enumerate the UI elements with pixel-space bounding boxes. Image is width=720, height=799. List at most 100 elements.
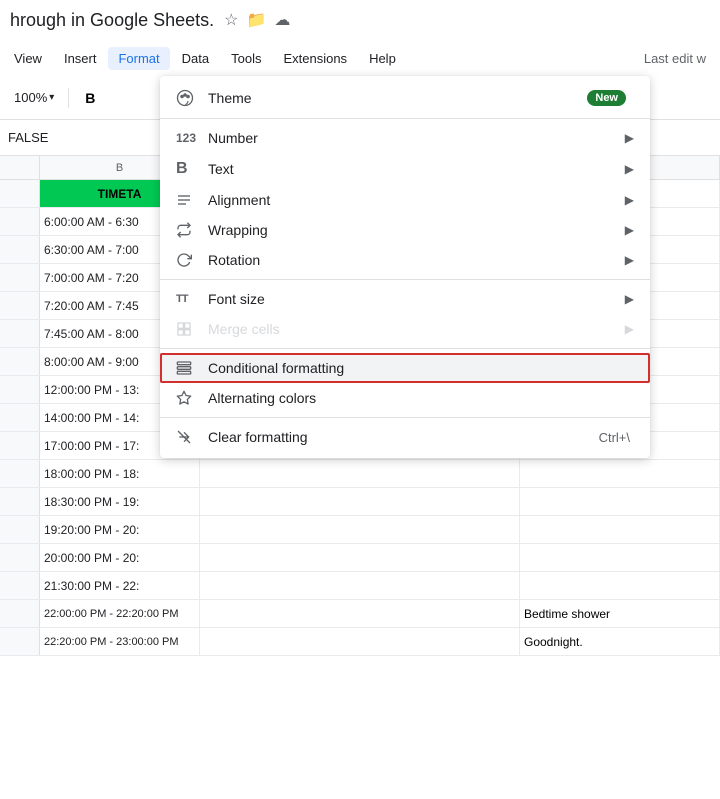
cell-d <box>520 544 720 571</box>
row-number <box>0 376 40 403</box>
menu-data[interactable]: Data <box>172 47 219 70</box>
cell-c <box>200 544 520 571</box>
menu-item-conditional-formatting[interactable]: Conditional formatting <box>160 353 650 383</box>
row-number <box>0 180 40 207</box>
cell-c <box>200 572 520 599</box>
table-row: 22:00:00 PM - 22:20:00 PM Bedtime shower <box>0 600 720 628</box>
cell-b: 22:20:00 PM - 23:00:00 PM <box>40 628 200 655</box>
conditional-formatting-icon <box>176 360 204 376</box>
menu-item-rotation[interactable]: Rotation ▶ <box>160 245 650 275</box>
cell-reference: FALSE <box>8 130 68 145</box>
merge-cells-icon <box>176 321 204 337</box>
text-bold-icon: B <box>176 160 204 178</box>
number-icon: 123 <box>176 131 204 145</box>
cell-c <box>200 600 520 627</box>
menu-last-edit: Last edit w <box>634 47 716 70</box>
spreadsheet-background: hrough in Google Sheets. ☆ 📁 ☁ View Inse… <box>0 0 720 799</box>
cloud-icon[interactable]: ☁ <box>274 10 290 30</box>
row-number <box>0 348 40 375</box>
cell-d <box>520 488 720 515</box>
toolbar-separator <box>68 88 69 108</box>
cell-b: 18:00:00 PM - 18: <box>40 460 200 487</box>
theme-icon <box>176 89 204 107</box>
table-row: 19:20:00 PM - 20: <box>0 516 720 544</box>
menu-bar: View Insert Format Data Tools Extensions… <box>0 40 720 76</box>
table-row: 20:00:00 PM - 20: <box>0 544 720 572</box>
rotation-label: Rotation <box>208 252 625 268</box>
cell-c <box>200 488 520 515</box>
merge-cells-label: Merge cells <box>208 321 625 337</box>
menu-item-text[interactable]: B Text ▶ <box>160 153 650 185</box>
cell-d: Bedtime shower <box>520 600 720 627</box>
cell-b: 18:30:00 PM - 19: <box>40 488 200 515</box>
cell-d: Goodnight. <box>520 628 720 655</box>
rotation-arrow-icon: ▶ <box>625 253 634 267</box>
conditional-formatting-label: Conditional formatting <box>208 360 634 376</box>
menu-item-theme[interactable]: Theme New <box>160 82 650 114</box>
star-icon[interactable]: ☆ <box>224 10 238 30</box>
row-number <box>0 516 40 543</box>
title-text: hrough in Google Sheets. <box>10 10 214 31</box>
separator-1 <box>160 118 650 119</box>
menu-item-merge-cells: Merge cells ▶ <box>160 314 650 344</box>
clear-formatting-shortcut: Ctrl+\ <box>599 430 630 445</box>
alternating-colors-label: Alternating colors <box>208 390 634 406</box>
cell-c <box>200 628 520 655</box>
separator-2 <box>160 279 650 280</box>
zoom-value: 100% <box>14 90 47 105</box>
text-label: Text <box>208 161 625 177</box>
title-bar: hrough in Google Sheets. ☆ 📁 ☁ <box>0 0 720 40</box>
menu-insert[interactable]: Insert <box>54 47 107 70</box>
menu-item-alignment[interactable]: Alignment ▶ <box>160 185 650 215</box>
font-size-icon: TT <box>176 293 204 305</box>
alignment-arrow-icon: ▶ <box>625 193 634 207</box>
row-number <box>0 600 40 627</box>
zoom-control[interactable]: 100% ▾ <box>8 86 60 109</box>
row-number <box>0 460 40 487</box>
number-label: Number <box>208 130 625 146</box>
wrapping-icon <box>176 222 204 238</box>
cell-b: 20:00:00 PM - 20: <box>40 544 200 571</box>
menu-view[interactable]: View <box>4 47 52 70</box>
menu-format[interactable]: Format <box>108 47 169 70</box>
row-number <box>0 628 40 655</box>
cell-d <box>520 516 720 543</box>
menu-help[interactable]: Help <box>359 47 406 70</box>
font-size-arrow-icon: ▶ <box>625 292 634 306</box>
merge-cells-arrow-icon: ▶ <box>625 322 634 336</box>
row-number <box>0 488 40 515</box>
wrapping-label: Wrapping <box>208 222 625 238</box>
table-row: 21:30:00 PM - 22: <box>0 572 720 600</box>
wrapping-arrow-icon: ▶ <box>625 223 634 237</box>
menu-item-wrapping[interactable]: Wrapping ▶ <box>160 215 650 245</box>
row-number <box>0 236 40 263</box>
row-number <box>0 264 40 291</box>
rotation-icon <box>176 252 204 268</box>
menu-item-font-size[interactable]: TT Font size ▶ <box>160 284 650 314</box>
row-number <box>0 208 40 235</box>
bold-button: B <box>77 86 103 110</box>
cell-c <box>200 516 520 543</box>
menu-tools[interactable]: Tools <box>221 47 271 70</box>
number-arrow-icon: ▶ <box>625 131 634 145</box>
menu-item-number[interactable]: 123 Number ▶ <box>160 123 650 153</box>
menu-item-alternating-colors[interactable]: Alternating colors <box>160 383 650 413</box>
menu-extensions[interactable]: Extensions <box>273 47 357 70</box>
format-dropdown-menu: Theme New 123 Number ▶ B Text ▶ A <box>160 76 650 458</box>
clear-formatting-label: Clear formatting <box>208 429 599 445</box>
row-number <box>0 572 40 599</box>
menu-item-clear-formatting[interactable]: Clear formatting Ctrl+\ <box>160 422 650 452</box>
row-number <box>0 544 40 571</box>
table-row: 22:20:00 PM - 23:00:00 PM Goodnight. <box>0 628 720 656</box>
row-number <box>0 432 40 459</box>
table-row: 18:30:00 PM - 19: <box>0 488 720 516</box>
row-number <box>0 292 40 319</box>
cell-c <box>200 460 520 487</box>
separator-4 <box>160 417 650 418</box>
cell-d <box>520 460 720 487</box>
alternating-colors-icon <box>176 390 204 406</box>
row-number <box>0 320 40 347</box>
alignment-label: Alignment <box>208 192 625 208</box>
row-number <box>0 404 40 431</box>
folder-icon[interactable]: 📁 <box>247 10 267 30</box>
